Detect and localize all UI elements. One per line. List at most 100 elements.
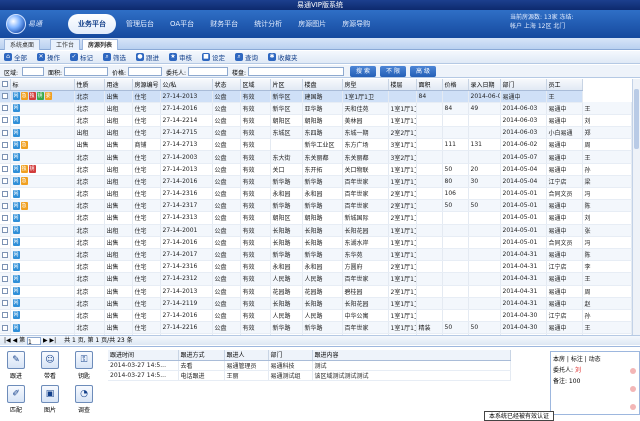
table-row[interactable]: 网北京出租住宅27-14-2001公盘有效长阳路长阳路长阳花园1室1厅1卫201… [0,224,632,237]
prev-page-button[interactable]: ◀ [13,337,18,344]
checkbox-cell[interactable] [0,199,11,213]
log-column-header[interactable]: 跟进人 [224,350,269,361]
row-checkbox[interactable] [2,166,8,173]
toolbar-item[interactable]: ✕ 操作 [37,52,60,62]
checkbox-cell[interactable] [0,175,11,189]
vertical-scrollbar[interactable] [632,79,640,335]
area-input[interactable] [22,67,44,76]
advanced-button[interactable]: 高 级 [410,66,436,77]
table-row[interactable]: 网北京出售住宅27-14-2016公盘有效人民路人民路中华公寓1室1厅1卫201… [0,309,632,323]
quick-action-button[interactable]: ✎ 跟进 [4,351,28,380]
quick-action-button[interactable]: ✐ 匹配 [4,385,28,414]
checkbox-cell[interactable] [0,285,11,298]
row-checkbox[interactable] [2,141,8,148]
log-column-header[interactable]: 跟进时间 [108,350,179,361]
row-checkbox[interactable] [2,93,8,100]
grid-column-header[interactable]: 性质 [74,79,105,91]
nav-tab[interactable]: 统计分析 [248,14,288,34]
checkbox-cell[interactable] [0,224,11,237]
grid-column-header[interactable]: 楼层 [388,79,417,91]
price-input[interactable] [128,67,162,76]
size-input[interactable] [64,67,108,76]
table-row[interactable]: 网急北京出租住宅27-14-2016公盘有效新华路新华路百年世家1室1厅1卫80… [0,175,632,189]
reset-button[interactable]: 不 限 [380,66,406,77]
checkbox-cell[interactable] [0,272,11,286]
row-checkbox[interactable] [2,227,8,234]
client-input[interactable] [188,67,228,76]
last-page-button[interactable]: ▶| [50,337,57,344]
row-checkbox[interactable] [2,214,8,221]
table-row[interactable]: 网北京出售住宅27-14-2016公盘有效长阳路长阳路东湖水岸1室1厅1卫201… [0,236,632,249]
nav-tab[interactable]: 房源图片 [292,14,332,34]
checkbox-cell[interactable] [0,297,11,310]
row-checkbox[interactable] [2,202,8,209]
grid-column-header[interactable] [0,79,11,91]
toolbar-item[interactable]: ✓ 标记 [70,52,93,62]
checkbox-cell[interactable] [0,260,11,274]
page-tab[interactable]: 系统桌面 [4,39,41,50]
log-column-header[interactable]: 部门 [268,350,313,361]
building-input[interactable] [248,67,344,76]
nav-tab[interactable]: OA平台 [164,14,200,34]
table-row[interactable]: 网急出售出售商铺27-14-2713公盘有效新华工业区东方广场3室1厅1卫111… [0,138,632,152]
grid-column-header[interactable]: 用途 [104,79,133,91]
log-row[interactable]: 2014-03-27 14:5... 去看 易通管理员 易通科技 测试 [108,360,511,371]
checkbox-cell[interactable] [0,150,11,164]
grid-column-header[interactable]: 员工 [546,79,583,91]
nav-tab[interactable]: 管理后台 [120,14,160,34]
next-page-button[interactable]: ▶ [43,337,48,344]
checkbox-cell[interactable] [0,321,11,335]
row-checkbox[interactable] [2,178,8,185]
log-column-header[interactable]: 跟进方式 [178,350,225,361]
row-checkbox[interactable] [2,251,8,258]
table-row[interactable]: 网北京出售住宅27-14-2216公盘有效新华路新华路百年世家1室1厅1卫精装5… [0,321,632,335]
checkbox-cell[interactable] [0,114,11,128]
table-row[interactable]: 网出租出租住宅27-14-2715公盘有效东城区东四路东城一期2室2厅1卫201… [0,126,632,140]
checkbox-cell[interactable] [0,236,11,249]
toolbar-item[interactable]: ★ 审核 [169,52,192,62]
row-checkbox[interactable] [2,288,8,295]
checkbox-cell[interactable] [0,90,11,103]
row-checkbox[interactable] [2,105,8,112]
row-checkbox[interactable] [2,312,8,319]
table-row[interactable]: 网独钥北京出租住宅27-14-2013公盘有效关口东开拓关口物联1室1厅1卫50… [0,163,632,176]
checkbox-cell[interactable] [0,163,11,176]
log-row[interactable]: 2014-03-27 14:5... 电话跟进 王丽 易通测试组 该区域测试测试测试 [108,370,511,381]
toolbar-item[interactable]: ■ 设定 [202,52,225,62]
checkbox-cell[interactable] [0,309,11,323]
table-row[interactable]: 网北京出租住宅27-14-2017公盘有效新华路新华路东华苑1室1厅1卫2014… [0,248,632,262]
quick-action-button[interactable]: ☺ 带看 [38,351,62,380]
grid-column-header[interactable]: 录入日期 [468,79,501,91]
toolbar-item[interactable]: ⌕ 筛选 [103,52,126,62]
checkbox-cell[interactable] [0,138,11,152]
detail-tabs[interactable]: 本房 | 标注 | 动态 [553,354,637,365]
row-checkbox[interactable] [2,117,8,124]
row-checkbox[interactable] [2,154,8,161]
toolbar-item[interactable]: ⌕ 查询 [235,52,258,62]
log-column-header[interactable]: 跟进内容 [312,350,511,361]
table-row[interactable]: 网北京出售住宅27-14-2003公盘有效东大街东关丽都东关丽都3室2厅1卫20… [0,150,632,164]
nav-tab[interactable]: 业务平台 [68,14,116,34]
row-checkbox[interactable] [2,300,8,307]
table-row[interactable]: 网北京出售住宅27-14-2312公盘有效人民路人民路百年世家1室1厅1卫201… [0,272,632,286]
table-row[interactable]: 网 北京出租住宅27-14-2016公盘有效新华区亚华路天和佳苑1室1厅1卫 844… [0,102,632,115]
grid-column-header[interactable]: 楼盘 [302,79,343,91]
grid-column-header[interactable]: 部门 [500,79,547,91]
grid-column-header[interactable]: 片区 [270,79,303,91]
table-row[interactable]: 网急北京出售住宅27-14-2317公盘有效新华路新华路百年世家2室1厅1卫50… [0,199,632,213]
checkbox-cell[interactable] [0,211,11,225]
grid-column-header[interactable]: 房源编号 [132,79,161,91]
checkbox-cell[interactable] [0,102,11,115]
row-checkbox[interactable] [2,275,8,282]
row-checkbox[interactable] [2,324,8,331]
scroll-thumb[interactable] [634,89,639,149]
table-row[interactable]: 网 北京出售住宅27-14-2313公盘有效朝阳区朝阳路新城国际2室1厅1卫 201… [0,211,632,225]
row-checkbox[interactable] [2,190,8,197]
grid-column-header[interactable]: 标 [10,79,75,91]
toolbar-item[interactable]: ● 跟进 [136,52,159,62]
quick-action-button[interactable]: ⚿ 钥匙 [72,351,96,380]
first-page-button[interactable]: |◀ [4,337,11,344]
checkbox-cell[interactable] [0,187,11,201]
grid-column-header[interactable]: 区域 [240,79,271,91]
toolbar-item[interactable]: ⌂ 全部 [4,52,27,62]
